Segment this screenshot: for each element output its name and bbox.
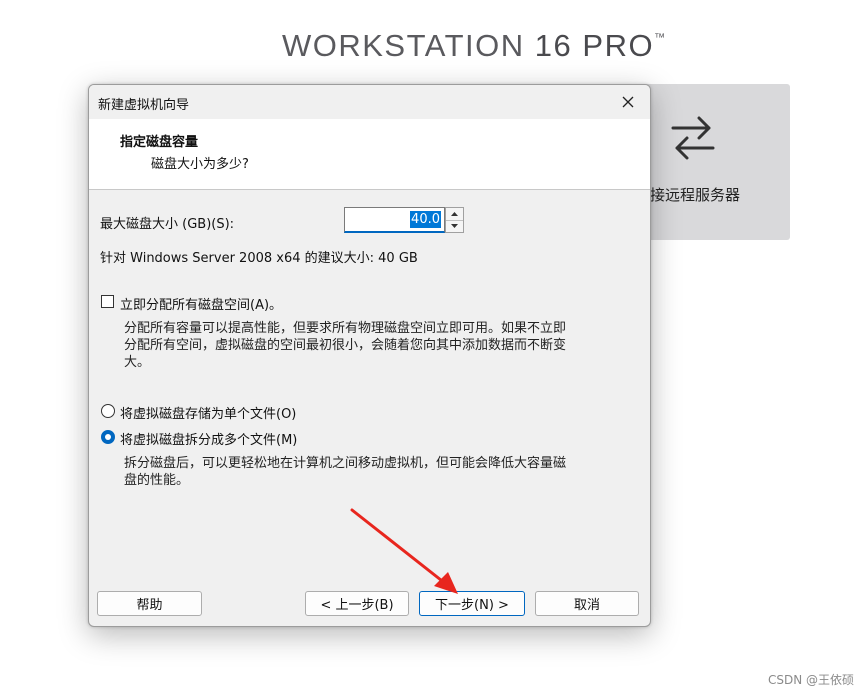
recommended-size-text: 针对 Windows Server 2008 x64 的建议大小: 40 GB — [100, 251, 418, 266]
allocate-desc-line: 分配所有空间，虚拟磁盘的空间最初很小，会随着您向其中添加数据而不断变 — [124, 338, 567, 353]
remote-server-label: 接远程服务器 — [650, 186, 741, 204]
step-title: 指定磁盘容量 — [120, 135, 199, 150]
triangle-up-icon — [451, 212, 458, 216]
multiple-files-label[interactable]: 将虚拟磁盘拆分成多个文件(M) — [120, 429, 297, 448]
allocate-all-checkbox[interactable] — [101, 295, 114, 308]
swap-arrows-icon — [671, 116, 715, 160]
cancel-button[interactable]: 取消 — [535, 591, 639, 616]
close-button[interactable] — [606, 85, 650, 119]
max-disk-size-input[interactable]: 40.0 — [344, 207, 445, 233]
back-button[interactable]: < 上一步(B) — [305, 591, 409, 616]
dialog-titlebar: 新建虚拟机向导 — [89, 85, 650, 119]
allocate-desc-line: 大。 — [124, 355, 151, 370]
allocate-description: 分配所有容量可以提高性能，但要求所有物理磁盘空间立即可用。如果不立即 分配所有空… — [124, 320, 566, 371]
multiple-files-radio[interactable] — [101, 430, 115, 444]
dialog-title: 新建虚拟机向导 — [98, 98, 190, 113]
split-desc-line: 拆分磁盘后，可以更轻松地在计算机之间移动虚拟机，但可能会降低大容量磁 — [124, 456, 567, 471]
new-vm-wizard-dialog: 新建虚拟机向导 指定磁盘容量 磁盘大小为多少? 最大磁盘大小 (GB)(S): … — [88, 84, 651, 627]
step-subtitle: 磁盘大小为多少? — [151, 157, 249, 172]
split-desc-line: 盘的性能。 — [124, 473, 190, 488]
next-button[interactable]: 下一步(N) > — [419, 591, 525, 616]
wizard-header: 指定磁盘容量 磁盘大小为多少? — [89, 119, 650, 190]
help-button[interactable]: 帮助 — [97, 591, 202, 616]
allocate-all-label[interactable]: 立即分配所有磁盘空间(A)。 — [120, 294, 282, 313]
max-disk-size-value: 40.0 — [410, 211, 441, 228]
watermark: CSDN @王依硕 — [767, 673, 854, 687]
allocate-desc-line: 分配所有容量可以提高性能，但要求所有物理磁盘空间立即可用。如果不立即 — [124, 321, 567, 336]
close-icon — [622, 96, 634, 108]
product-brand-title: WORKSTATION 16 PRO™ — [282, 28, 666, 63]
single-file-radio[interactable] — [101, 404, 115, 418]
split-description: 拆分磁盘后，可以更轻松地在计算机之间移动虚拟机，但可能会降低大容量磁 盘的性能。 — [124, 455, 566, 489]
triangle-down-icon — [451, 224, 458, 228]
single-file-label[interactable]: 将虚拟磁盘存储为单个文件(O) — [120, 403, 296, 422]
disk-size-spinner[interactable] — [445, 207, 464, 233]
max-disk-size-label: 最大磁盘大小 (GB)(S): — [100, 217, 235, 232]
spin-down-button[interactable] — [446, 220, 463, 232]
